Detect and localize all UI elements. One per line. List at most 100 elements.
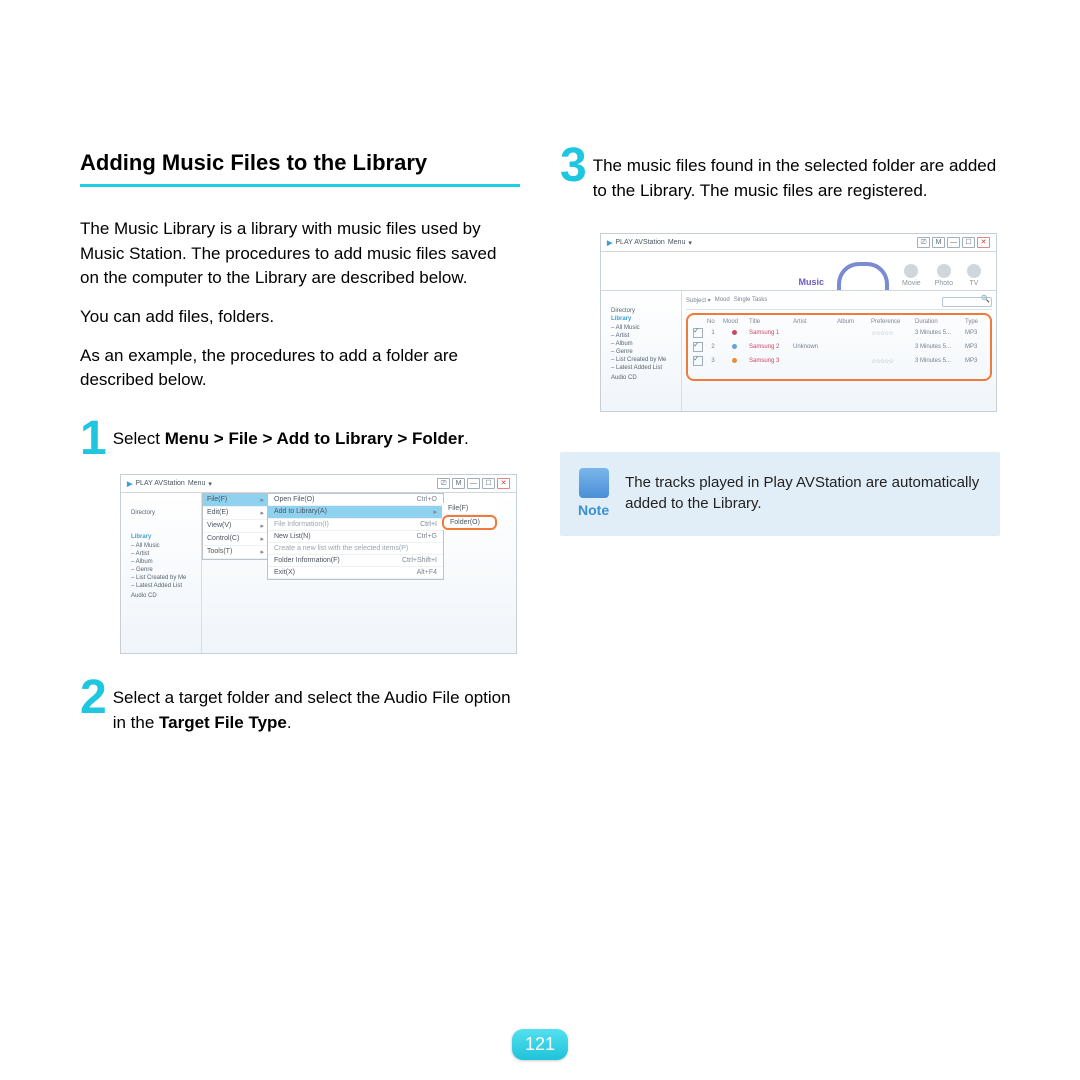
win-btn-min[interactable]: M	[932, 237, 945, 248]
headphones-icon	[837, 262, 889, 290]
step-2: 2 Select a target folder and select the …	[80, 682, 520, 735]
sidebar-library-header[interactable]: Library	[607, 315, 677, 323]
menu1-edit[interactable]: Edit(E)▸	[203, 507, 268, 520]
menu2-newlistsel: Create a new list with the selected item…	[268, 543, 443, 555]
menu2-exit[interactable]: Exit(X)Alt+F4	[268, 567, 443, 579]
row-checkbox[interactable]	[693, 356, 703, 366]
menu-toggle[interactable]: Menu	[188, 480, 206, 487]
menu2-folderinfo[interactable]: Folder Information(F)Ctrl+Shift+I	[268, 555, 443, 567]
menu-level-2: Open File(O)Ctrl+O Add to Library(A)▸ Fi…	[267, 493, 444, 580]
filter-subject[interactable]: Subject ▾	[686, 297, 711, 307]
table-row[interactable]: 2Samsung 2Unknown3 Minutes 5...MP3	[691, 340, 987, 354]
step-1-pre: Select	[113, 429, 165, 448]
note-icon	[579, 468, 609, 498]
menu-cascade: File(F)▸ Edit(E)▸ View(V)▸ Control(C)▸ T…	[202, 493, 516, 653]
win-btn-a[interactable]: ⎚	[437, 478, 450, 489]
app-name: PLAY AVStation	[135, 480, 184, 487]
step-2-number: 2	[80, 676, 107, 719]
sidebar-item[interactable]: – List Created by Me	[127, 574, 197, 582]
sidebar-dir-label: Directory	[607, 307, 677, 315]
sidebar-item[interactable]: – Artist	[607, 332, 677, 340]
window-titlebar: ▶ PLAY AVStation Menu ▾ ⎚ M — ☐ ✕	[121, 475, 516, 493]
right-column: 3 The music files found in the selected …	[560, 150, 1000, 536]
menu1-control[interactable]: Control(C)▸	[203, 533, 268, 546]
page: Adding Music Files to the Library The Mu…	[0, 0, 1080, 1080]
sidebar-audiocd[interactable]: Audio CD	[127, 592, 197, 600]
menu2-addlib[interactable]: Add to Library(A)▸	[268, 506, 443, 519]
sidebar-item[interactable]: – Artist	[127, 550, 197, 558]
menu1-file[interactable]: File(F)▸	[203, 494, 268, 507]
sidebar-item[interactable]: – Genre	[607, 348, 677, 356]
filter-mood[interactable]: Mood	[715, 297, 730, 307]
mood-dot-icon	[732, 330, 737, 335]
menu2-newlist[interactable]: New List(N)Ctrl+G	[268, 531, 443, 543]
menu1-view[interactable]: View(V)▸	[203, 520, 268, 533]
step-1-post: .	[464, 429, 469, 448]
intro-para-2: You can add files, folders.	[80, 305, 520, 330]
step-1-text: Select Menu > File > Add to Library > Fo…	[113, 423, 520, 452]
sidebar-item[interactable]: – List Created by Me	[607, 356, 677, 364]
sidebar-item[interactable]: – All Music	[607, 324, 677, 332]
sidebar-item[interactable]: – Album	[127, 558, 197, 566]
menu2-open[interactable]: Open File(O)Ctrl+O	[268, 494, 443, 506]
sidebar-item[interactable]: – Album	[607, 340, 677, 348]
row-checkbox[interactable]	[693, 328, 703, 338]
intro-para-1: The Music Library is a library with musi…	[80, 217, 520, 291]
sidebar-2: Directory Library – All Music – Artist –…	[601, 291, 682, 411]
win-btn-max[interactable]: ☐	[962, 237, 975, 248]
menu1-tools[interactable]: Tools(T)▸	[203, 546, 268, 559]
step-3-text: The music files found in the selected fo…	[593, 150, 1000, 203]
sidebar-item[interactable]: – Genre	[127, 566, 197, 574]
win-btn-min[interactable]: M	[452, 478, 465, 489]
win-btn-a[interactable]: ⎚	[917, 237, 930, 248]
step-1: 1 Select Menu > File > Add to Library > …	[80, 423, 520, 460]
menu3-file[interactable]: File(F)	[442, 503, 497, 515]
menu2-fileinfo: File Information(I)Ctrl+I	[268, 519, 443, 531]
tab-movie[interactable]: Movie	[895, 261, 928, 290]
mode-tabs: Music Movie Photo TV	[601, 252, 996, 291]
step-2-bold: Target File Type	[159, 713, 287, 732]
mood-dot-icon	[732, 344, 737, 349]
menu-chevron-icon: ▾	[208, 480, 212, 488]
step-3: 3 The music files found in the selected …	[560, 150, 1000, 203]
screenshot-library: ▶ PLAY AVStation Menu ▾ ⎚ M — ☐ ✕ Music …	[600, 233, 997, 412]
intro-para-3: As an example, the procedures to add a f…	[80, 344, 520, 393]
sidebar-library-header[interactable]: Library	[127, 533, 197, 541]
sidebar: Directory Library – All Music – Artist –…	[121, 493, 202, 653]
menu-toggle[interactable]: Menu	[668, 239, 686, 246]
menu-level-1: File(F)▸ Edit(E)▸ View(V)▸ Control(C)▸ T…	[202, 493, 269, 560]
window-titlebar-2: ▶ PLAY AVStation Menu ▾ ⎚ M — ☐ ✕	[601, 234, 996, 252]
table-row[interactable]: 3Samsung 3☆☆☆☆☆3 Minutes 5...MP3	[691, 354, 987, 368]
tab-photo[interactable]: Photo	[928, 261, 960, 290]
sidebar-item[interactable]: – Latest Added List	[607, 364, 677, 372]
menu-level-3: File(F) Folder(O)	[442, 503, 497, 530]
win-btn-close[interactable]: ✕	[497, 478, 510, 489]
filter-single[interactable]: Single Tasks	[734, 297, 768, 307]
sidebar-item[interactable]: – Latest Added List	[127, 582, 197, 590]
filter-bar: Subject ▾ Mood Single Tasks	[686, 297, 992, 310]
menu3-folder-callout[interactable]: Folder(O)	[442, 515, 497, 530]
table-header: No Mood Title Artist Album Preference Du…	[691, 318, 987, 326]
win-btn-max[interactable]: ☐	[482, 478, 495, 489]
table-row[interactable]: 1Samsung 1☆☆☆☆☆3 Minutes 5...MP3	[691, 326, 987, 340]
sidebar-audiocd[interactable]: Audio CD	[607, 374, 677, 382]
track-callout: No Mood Title Artist Album Preference Du…	[686, 313, 992, 381]
movie-icon	[904, 264, 918, 278]
note-box: Note The tracks played in Play AVStation…	[560, 452, 1000, 536]
app-logo-icon: ▶	[127, 480, 132, 488]
win-btn-hide[interactable]: —	[947, 237, 960, 248]
tab-tv[interactable]: TV	[960, 261, 988, 290]
menu-chevron-icon: ▾	[688, 239, 692, 247]
note-label: Note	[578, 502, 609, 518]
row-checkbox[interactable]	[693, 342, 703, 352]
win-btn-hide[interactable]: —	[467, 478, 480, 489]
left-column: Adding Music Files to the Library The Mu…	[80, 150, 520, 749]
step-2-post: .	[287, 713, 292, 732]
search-input[interactable]	[942, 297, 992, 307]
tab-music[interactable]: Music	[792, 274, 832, 290]
page-title: Adding Music Files to the Library	[80, 150, 520, 187]
sidebar-item[interactable]: – All Music	[127, 542, 197, 550]
sidebar-dir-label: Directory	[127, 509, 197, 517]
page-number: 121	[512, 1029, 568, 1060]
win-btn-close[interactable]: ✕	[977, 237, 990, 248]
